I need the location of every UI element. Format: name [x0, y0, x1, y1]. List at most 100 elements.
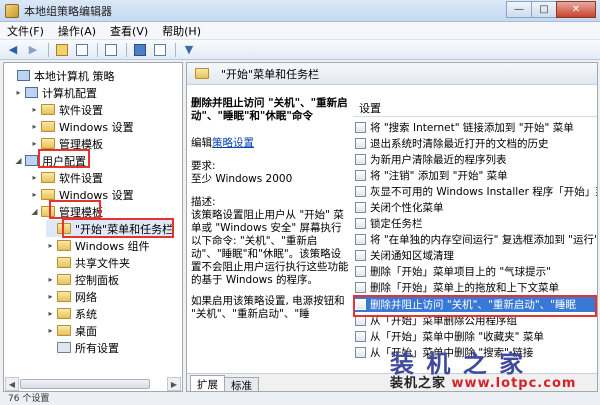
setting-row[interactable]: 从「开始」菜单中删除 "搜索" 链接	[353, 344, 597, 360]
close-button[interactable]: ✕	[556, 1, 596, 18]
policy-setting-icon	[355, 234, 366, 246]
edit-prefix: 编辑	[191, 137, 212, 149]
tree-item-label: 所有设置	[75, 341, 119, 355]
setting-label: 从「开始」菜单中删除 "搜索" 链接	[370, 346, 534, 359]
scroll-left-button[interactable]: ◀	[5, 377, 19, 391]
folder-icon	[41, 121, 55, 132]
tree-expander[interactable]: ▸	[14, 88, 23, 97]
policy-setting-icon	[355, 202, 366, 214]
setting-row[interactable]: 关闭通知区域清理	[353, 248, 597, 264]
back-arrow-icon[interactable]: ◀	[4, 42, 22, 58]
properties-icon[interactable]	[151, 42, 169, 58]
setting-label: 从「开始」菜单删除公用程序组	[370, 314, 517, 327]
tree-expander[interactable]: ▸	[46, 326, 55, 335]
tree-item-system[interactable]: ▸ 系统	[46, 305, 97, 322]
show-hide-tree-icon[interactable]	[73, 42, 91, 58]
tab-standard[interactable]: 标准	[224, 377, 259, 391]
requirement-label: 要求:	[191, 160, 216, 172]
setting-row[interactable]: 关闭个性化菜单	[353, 199, 597, 215]
tree-expander[interactable]: ▸	[30, 173, 39, 182]
setting-row-selected[interactable]: 删除并阻止访问 "关机"、"重新启动"、"睡眠	[353, 296, 597, 313]
toolbar-separator	[175, 42, 176, 57]
menu-file[interactable]: 文件(F)	[0, 23, 51, 39]
settings-column-header[interactable]: 设置	[353, 99, 597, 117]
tree-item-windows-components[interactable]: ▸ Windows 组件	[46, 237, 149, 254]
tree-item-network[interactable]: ▸ 网络	[46, 288, 97, 305]
setting-row[interactable]: 将 "注销" 添加到 "开始" 菜单	[353, 167, 597, 183]
menu-view[interactable]: 查看(V)	[103, 23, 155, 39]
tree-item-label: 软件设置	[59, 103, 103, 117]
minimize-button[interactable]: —	[506, 1, 532, 18]
tree-item-windows-settings[interactable]: ▸ Windows 设置	[30, 186, 134, 203]
tree-expander[interactable]: ▸	[46, 292, 55, 301]
setting-row[interactable]: 删除「开始」菜单上的拖放和上下文菜单	[353, 280, 597, 296]
content-header-title: "开始"菜单和任务栏	[221, 67, 320, 81]
setting-row[interactable]: 将 "搜索 Internet" 链接添加到 "开始" 菜单	[353, 119, 597, 135]
tree-item-label: 共享文件夹	[75, 256, 130, 270]
setting-row[interactable]: 退出系统时清除最近打开的文档的历史	[353, 135, 597, 151]
policy-setting-icon	[355, 218, 366, 230]
tree-expander[interactable]: ◢	[30, 207, 39, 216]
policy-setting-icon	[355, 250, 366, 262]
details-pane: "开始"菜单和任务栏 删除并阻止访问 "关机"、"重新启动"、"睡眠"和"休眠"…	[186, 62, 598, 392]
tree-expander[interactable]: ◢	[14, 156, 23, 165]
export-list-icon[interactable]	[102, 42, 120, 58]
tree-item-label: 控制面板	[75, 273, 119, 287]
setting-row[interactable]: 从「开始」菜单中删除 "收藏夹" 菜单	[353, 328, 597, 344]
folder-icon	[57, 240, 71, 251]
setting-label: 锁定任务栏	[370, 218, 423, 231]
tree-item-software-settings[interactable]: ▸ 软件设置	[30, 169, 103, 186]
tree-item-label: 软件设置	[59, 171, 103, 185]
setting-label: 关闭个性化菜单	[370, 202, 444, 215]
setting-row[interactable]: 灰显不可用的 Windows Installer 程序「开始」菜单	[353, 183, 597, 199]
computer-config-icon	[25, 87, 38, 98]
folder-up-icon[interactable]	[53, 42, 71, 58]
tree-item-label: 系统	[75, 307, 97, 321]
edit-policy-link[interactable]: 策略设置	[212, 137, 254, 149]
folder-icon	[195, 68, 209, 79]
tree-pane: 本地计算机 策略 ▸ 计算机配置 ▸ 软件设置 ▸ Windows 设置 ▸ 管…	[3, 62, 183, 392]
setting-row[interactable]: 为新用户清除最近的程序列表	[353, 151, 597, 167]
filter-icon[interactable]: ▼	[180, 42, 198, 58]
scroll-right-button[interactable]: ▶	[167, 377, 181, 391]
tree-expander[interactable]: ▸	[46, 275, 55, 284]
menu-bar: 文件(F) 操作(A) 查看(V) 帮助(H)	[0, 22, 600, 40]
tree-item-control-panel[interactable]: ▸ 控制面板	[46, 271, 119, 288]
tree-item-label: Windows 设置	[59, 188, 134, 202]
tree-item-admin-templates[interactable]: ▸ 管理模板	[30, 135, 103, 152]
tree-item-admin-templates[interactable]: ◢ 管理模板	[30, 203, 103, 220]
tab-extended[interactable]: 扩展	[190, 375, 225, 391]
setting-row[interactable]: 锁定任务栏	[353, 216, 597, 232]
tree-expander[interactable]: ▸	[30, 139, 39, 148]
tree-item-computer-config[interactable]: ▸ 计算机配置	[14, 84, 97, 101]
menu-action[interactable]: 操作(A)	[51, 23, 103, 39]
tree-item-shared-folders[interactable]: 共享文件夹	[46, 254, 130, 271]
setting-row[interactable]: 删除「开始」菜单项目上的 "气球提示"	[353, 264, 597, 280]
tree-item-all-settings[interactable]: 所有设置	[46, 339, 119, 356]
tree-item-software-settings[interactable]: ▸ 软件设置	[30, 101, 103, 118]
policy-setting-icon	[355, 137, 366, 149]
tree-item-user-config[interactable]: ◢ 用户配置	[14, 152, 86, 169]
tree-expander[interactable]: ▸	[30, 190, 39, 199]
policy-title: 删除并阻止访问 "关机"、"重新启动"、"睡眠"和"休眠"命令	[191, 97, 348, 122]
tree-item-label: 管理模板	[59, 205, 103, 219]
tree-item-windows-settings[interactable]: ▸ Windows 设置	[30, 118, 133, 135]
horizontal-scrollbar-thumb[interactable]	[20, 379, 150, 389]
folder-icon	[57, 223, 71, 234]
forward-arrow-icon[interactable]: ▶	[24, 42, 42, 58]
tree-item-start-menu-taskbar[interactable]: "开始"菜单和任务栏	[46, 220, 174, 237]
tree-expander[interactable]: ▸	[30, 122, 39, 131]
folder-icon	[57, 308, 71, 319]
policy-setting-icon	[355, 282, 366, 294]
tree-item-desktop[interactable]: ▸ 桌面	[46, 322, 97, 339]
maximize-button[interactable]: □	[531, 1, 557, 18]
tree-expander[interactable]: ▸	[30, 105, 39, 114]
tree-item-local-policy[interactable]: 本地计算机 策略	[6, 67, 115, 84]
help-icon[interactable]	[131, 42, 149, 58]
setting-row[interactable]: 从「开始」菜单删除公用程序组	[353, 312, 597, 328]
tree-expander[interactable]: ▸	[46, 309, 55, 318]
tree-expander[interactable]: ▸	[46, 241, 55, 250]
menu-help[interactable]: 帮助(H)	[155, 23, 208, 39]
setting-row[interactable]: 将 "在单独的内存空间运行" 复选框添加到 "运行"	[353, 232, 597, 248]
policy-setting-icon	[355, 121, 366, 133]
